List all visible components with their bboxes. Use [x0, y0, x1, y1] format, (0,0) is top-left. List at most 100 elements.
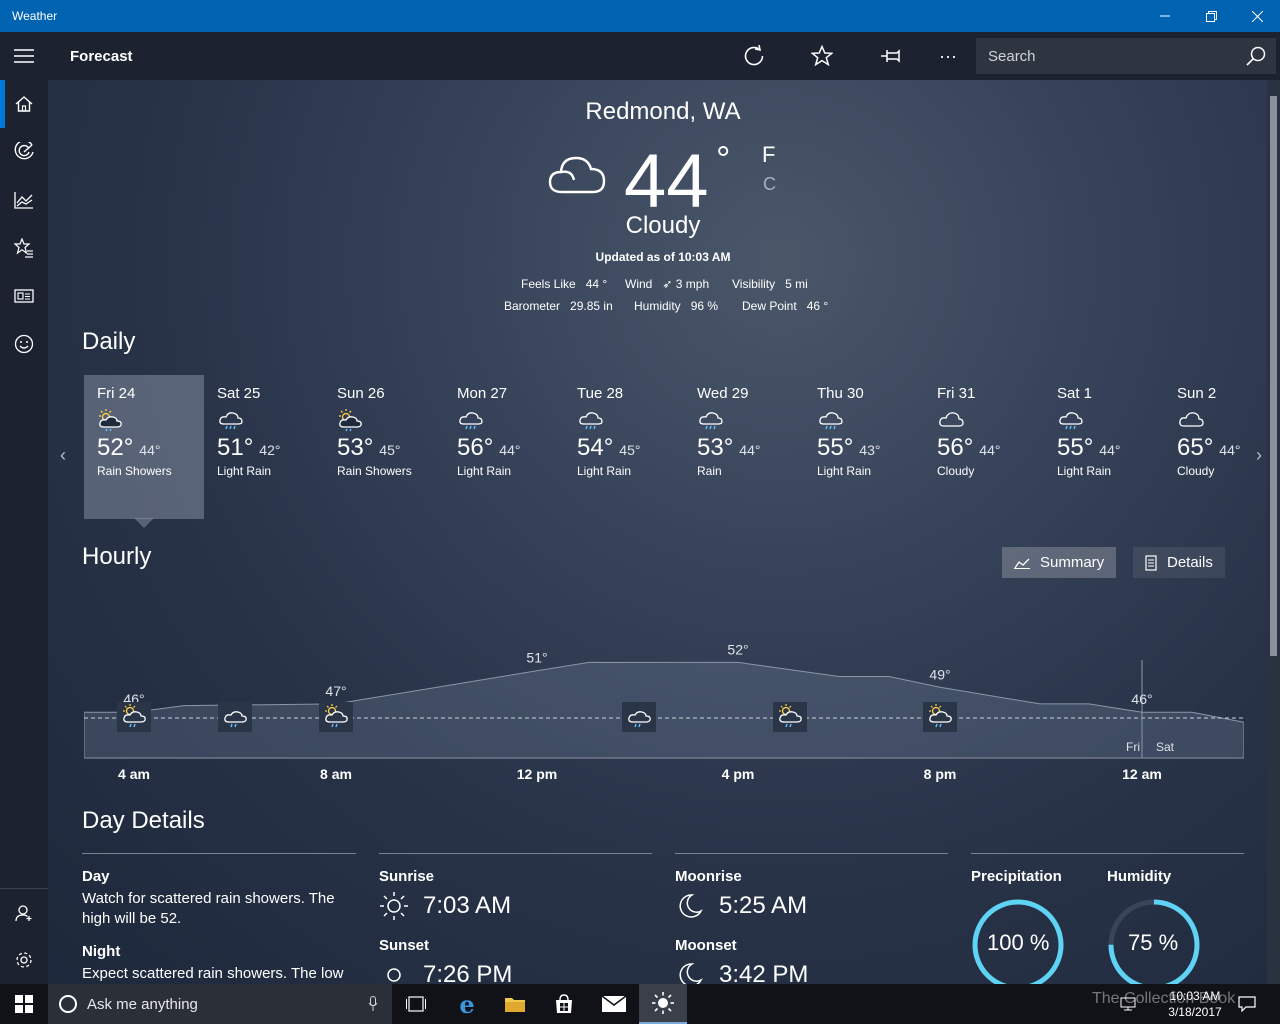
day-low: 45°	[379, 442, 401, 458]
daily-heading: Daily	[82, 328, 136, 355]
daily-day[interactable]: Tue 28 54° 45° Light Rain	[564, 375, 684, 519]
search-icon[interactable]	[1246, 46, 1266, 66]
taskbar-weather[interactable]	[639, 984, 687, 1024]
task-view-icon	[406, 996, 426, 1012]
daily-day[interactable]: Mon 27 56° 44° Light Rain	[444, 375, 564, 519]
daily-day[interactable]: Wed 29 53° 44° Rain	[684, 375, 804, 519]
nav-feedback[interactable]	[0, 320, 48, 368]
cortana-search[interactable]	[48, 984, 392, 1024]
moon-column: Moonrise 5:25 AM Moonset 3:42 PM	[675, 853, 948, 984]
daily-day[interactable]: Fri 31 56° 44° Cloudy	[924, 375, 1044, 519]
moon-icon	[679, 894, 703, 918]
taskbar-file-explorer[interactable]	[491, 984, 539, 1024]
nav-news[interactable]	[0, 272, 48, 320]
scrollbar-thumb[interactable]	[1270, 96, 1277, 656]
mail-icon	[602, 996, 626, 1012]
page-title: Forecast	[70, 47, 133, 65]
cloud-icon	[937, 408, 1044, 434]
refresh-button[interactable]	[730, 32, 778, 80]
vertical-scrollbar[interactable]	[1267, 80, 1280, 984]
taskbar-edge[interactable]: e	[443, 984, 491, 1024]
unit-celsius[interactable]: C	[763, 174, 776, 195]
gear-icon	[16, 952, 32, 968]
cortana-input[interactable]	[87, 995, 347, 1013]
system-clock[interactable]: 10:03 AM 3/18/2017	[1160, 988, 1230, 1020]
daily-day[interactable]: Thu 30 55° 43° Light Rain	[804, 375, 924, 519]
daily-day[interactable]: Sat 25 51° 42° Light Rain	[204, 375, 324, 519]
location-name: Redmond, WA	[585, 98, 741, 125]
nav-forecast[interactable]	[0, 80, 48, 128]
sun-icon	[380, 892, 408, 920]
restore-button[interactable]	[1188, 0, 1234, 32]
day-low: 42°	[259, 442, 281, 458]
nav-historical[interactable]	[0, 176, 48, 224]
hourly-temp-label: 47°	[325, 683, 346, 699]
nav-settings[interactable]	[0, 936, 48, 984]
day-high: 53°	[337, 434, 374, 461]
nav-active-indicator	[0, 80, 5, 128]
hour-label: 8 am	[320, 766, 352, 782]
hour-label: 4 pm	[721, 766, 755, 782]
sunrise-row: 7:03 AM	[379, 891, 652, 921]
stat-barometer: Barometer 29.85 in	[504, 299, 613, 313]
daily-day[interactable]: Fri 24 52° 44° Rain Showers	[84, 375, 204, 519]
hour-label: 12 am	[1122, 766, 1162, 782]
microphone-icon[interactable]	[368, 996, 378, 1012]
window-title: Weather	[12, 9, 58, 23]
news-icon	[14, 289, 34, 303]
day-condition: Light Rain	[1057, 464, 1112, 478]
details-button[interactable]: Details	[1133, 547, 1225, 578]
sunset-time: 7:26 PM	[423, 961, 513, 984]
sun-rain-icon	[773, 702, 807, 732]
taskbar-store[interactable]	[540, 984, 588, 1024]
hourly-heading: Hourly	[82, 543, 152, 570]
day-condition: Light Rain	[457, 464, 512, 478]
nav-places[interactable]	[0, 224, 48, 272]
rain-icon	[817, 408, 924, 434]
day-condition: Rain Showers	[97, 464, 172, 478]
nav-account[interactable]	[0, 888, 48, 936]
stat-visibility: Visibility 5 mi	[732, 277, 808, 291]
degree-symbol: °	[716, 138, 731, 179]
hamburger-button[interactable]	[0, 32, 48, 80]
hour-label: 4 am	[118, 766, 150, 782]
day-name: Sat 25	[217, 385, 261, 402]
chart-icon	[14, 192, 33, 209]
favorite-button[interactable]	[798, 32, 846, 80]
search-box[interactable]	[976, 38, 1276, 74]
pin-icon	[881, 49, 900, 63]
hourly-temp-label: 46°	[1131, 691, 1152, 707]
day-text: Watch for scattered rain showers. The hi…	[82, 890, 335, 927]
action-center-icon[interactable]	[1238, 996, 1256, 1012]
task-view-button[interactable]	[392, 984, 440, 1024]
daily-day[interactable]: Sun 2 65° 44° Cloudy	[1164, 375, 1267, 519]
unit-fahrenheit[interactable]: F	[762, 142, 775, 168]
daily-day[interactable]: Sun 26 53° 45° Rain Showers	[324, 375, 444, 519]
day-low: 43°	[859, 442, 881, 458]
network-icon[interactable]	[1120, 996, 1136, 1012]
search-input[interactable]	[976, 47, 1226, 65]
nav-maps[interactable]	[0, 128, 48, 176]
day-name: Sat 1	[1057, 385, 1093, 402]
title-bar: Weather	[0, 0, 1280, 32]
summary-button[interactable]: Summary	[1002, 547, 1117, 578]
day-high: 55°	[1057, 434, 1094, 461]
minimize-button[interactable]	[1142, 0, 1188, 32]
more-button[interactable]: ···	[924, 32, 972, 80]
radar-icon	[14, 142, 34, 160]
restore-icon	[1205, 10, 1217, 22]
humidity-value: 75 %	[1128, 930, 1179, 955]
moonrise-time: 5:25 AM	[719, 892, 808, 919]
edge-icon: e	[459, 989, 475, 1019]
night-label: Night	[82, 943, 121, 960]
day-name: Wed 29	[697, 385, 749, 402]
pin-button[interactable]	[866, 32, 914, 80]
daily-prev-button[interactable]: ‹	[60, 445, 66, 466]
daily-day[interactable]: Sat 1 55° 44° Light Rain	[1044, 375, 1164, 519]
taskbar-mail[interactable]	[590, 984, 638, 1024]
close-button[interactable]	[1234, 0, 1280, 32]
moonset-label: Moonset	[675, 937, 737, 954]
day-condition: Cloudy	[937, 464, 975, 478]
day-high: 53°	[697, 434, 734, 461]
start-button[interactable]	[0, 984, 48, 1024]
